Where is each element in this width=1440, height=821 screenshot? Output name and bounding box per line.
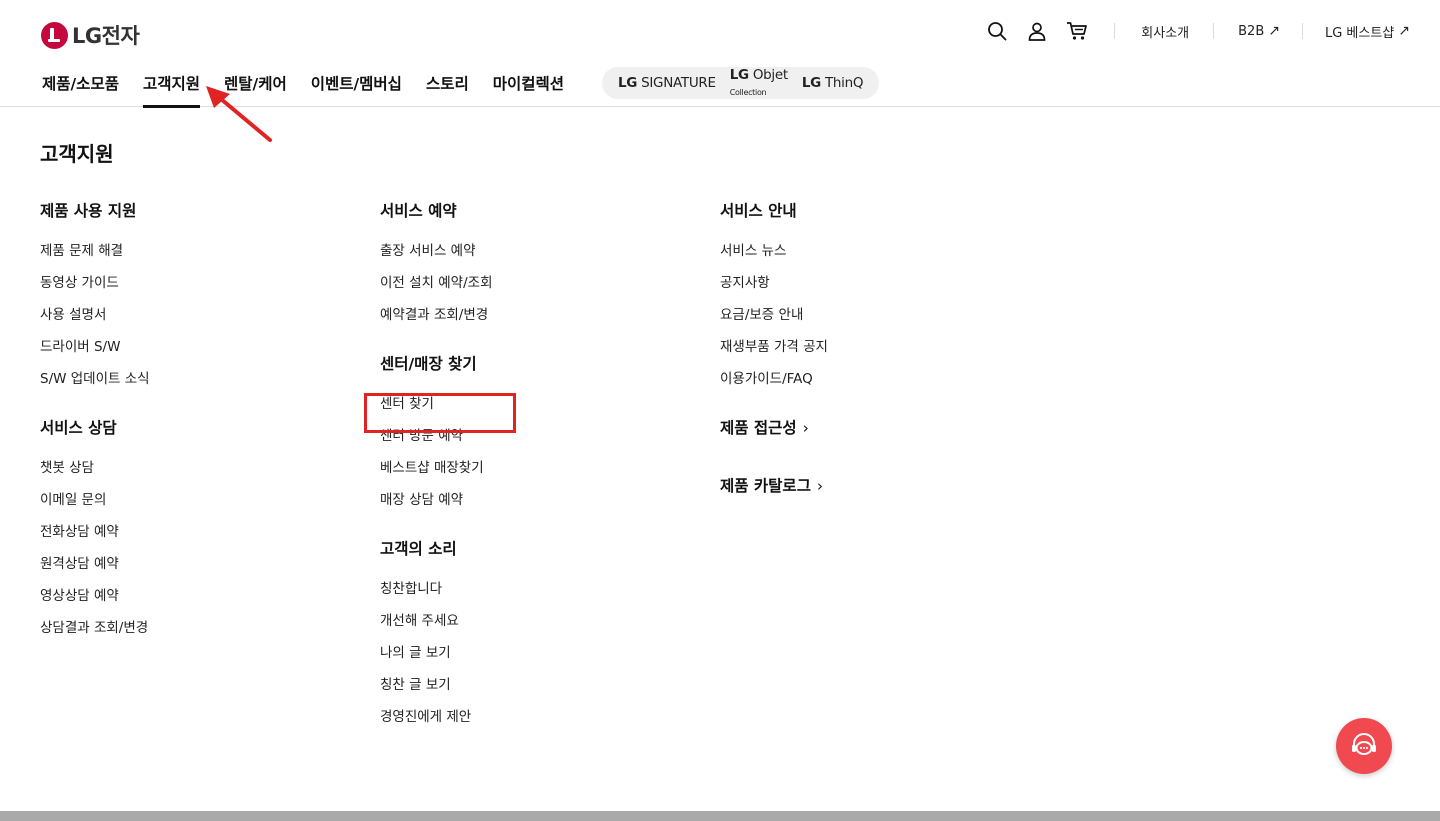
menu-link[interactable]: 드라이버 S/W [40, 337, 150, 369]
search-icon[interactable] [986, 20, 1008, 42]
b2b-link[interactable]: B2B ↗ [1238, 23, 1280, 39]
catalog-link[interactable]: 제품 카탈로그 › [720, 475, 828, 497]
nav-my-collection[interactable]: 마이컬렉션 [493, 67, 564, 107]
menu-link[interactable]: 원격상담 예약 [40, 554, 150, 586]
menu-group-accessibility[interactable]: 제품 접근성 › [720, 417, 828, 439]
brand-lg-label: LG [618, 75, 638, 91]
nav-products[interactable]: 제품/소모품 [42, 67, 119, 107]
menu-column-1: 제품 사용 지원 제품 문제 해결 동영상 가이드 사용 설명서 드라이버 S/… [40, 200, 150, 666]
menu-group-service-consult: 서비스 상담 챗봇 상담 이메일 문의 전화상담 예약 원격상담 예약 영상상담… [40, 417, 150, 650]
highlight-box [364, 393, 516, 433]
menu-column-2: 서비스 예약 출장 서비스 예약 이전 설치 예약/조회 예약결과 조회/변경 … [380, 200, 493, 755]
user-icon[interactable] [1026, 20, 1048, 42]
menu-link[interactable]: 서비스 뉴스 [720, 241, 828, 273]
menu-link[interactable]: 챗봇 상담 [40, 458, 150, 490]
footer-bar [0, 811, 1440, 821]
annotation-arrow [206, 86, 272, 142]
menu-group-find-center: 센터/매장 찾기 센터 찾기 센터 방문 예약 베스트샵 매장찾기 매장 상담 … [380, 353, 493, 522]
main-nav: 제품/소모품 고객지원 렌탈/케어 이벤트/멤버십 스토리 마이컬렉션 LG SI… [42, 67, 880, 108]
menu-link[interactable]: 나의 글 보기 [380, 643, 493, 675]
group-title-label: 제품 접근성 [720, 419, 797, 437]
external-arrow-icon: ↗ [1268, 23, 1280, 39]
group-title: 제품 사용 지원 [40, 202, 137, 220]
brand-signature-link[interactable]: LG SIGNATURE [618, 75, 716, 91]
menu-link[interactable]: 이메일 문의 [40, 490, 150, 522]
menu-group-catalog[interactable]: 제품 카탈로그 › [720, 475, 828, 497]
brand-sub: Collection [729, 88, 767, 97]
group-title: 서비스 예약 [380, 202, 457, 220]
menu-link[interactable]: 요금/보증 안내 [720, 305, 828, 337]
chat-button[interactable] [1336, 718, 1392, 774]
nav-customer-support[interactable]: 고객지원 [142, 67, 201, 108]
menu-link[interactable]: 칭찬합니다 [380, 579, 493, 611]
b2b-label: B2B [1238, 23, 1265, 39]
menu-link[interactable]: 매장 상담 예약 [380, 490, 493, 522]
menu-group-product-support: 제품 사용 지원 제품 문제 해결 동영상 가이드 사용 설명서 드라이버 S/… [40, 200, 150, 401]
menu-link[interactable]: 전화상담 예약 [40, 522, 150, 554]
brand-name: ThinQ [824, 75, 864, 91]
divider [1114, 23, 1116, 39]
group-title: 센터/매장 찾기 [380, 355, 477, 373]
menu-link[interactable]: 동영상 가이드 [40, 273, 150, 305]
menu-link[interactable]: 개선해 주세요 [380, 611, 493, 643]
brand-name: SIGNATURE [641, 75, 716, 91]
lg-logo-mark [41, 21, 68, 49]
menu-link[interactable]: 베스트샵 매장찾기 [380, 458, 493, 490]
menu-column-3: 서비스 안내 서비스 뉴스 공지사항 요금/보증 안내 재생부품 가격 공지 이… [720, 200, 828, 516]
menu-group-service-info: 서비스 안내 서비스 뉴스 공지사항 요금/보증 안내 재생부품 가격 공지 이… [720, 200, 828, 401]
brand-objet-link[interactable]: LG Objet Collection [730, 67, 788, 99]
menu-group-service-booking: 서비스 예약 출장 서비스 예약 이전 설치 예약/조회 예약결과 조회/변경 [380, 200, 493, 337]
brand-links: LG SIGNATURE LG Objet Collection LG ThinQ [602, 67, 880, 99]
group-title: 서비스 안내 [720, 202, 797, 220]
menu-link[interactable]: 이용가이드/FAQ [720, 369, 828, 401]
bestshop-link[interactable]: LG 베스트샵 ↗ [1325, 22, 1410, 41]
external-arrow-icon: ↗ [1398, 23, 1410, 39]
brand-lg-label: LG [729, 67, 749, 83]
menu-link[interactable]: 재생부품 가격 공지 [720, 337, 828, 369]
lg-logo[interactable]: LG전자 [41, 20, 140, 50]
group-title: 서비스 상담 [40, 419, 117, 437]
nav-story[interactable]: 스토리 [426, 67, 469, 107]
logo-text: LG전자 [72, 24, 140, 48]
cart-icon[interactable] [1066, 20, 1088, 42]
group-title: 고객의 소리 [380, 540, 457, 558]
menu-link[interactable]: 공지사항 [720, 273, 828, 305]
bestshop-label: LG 베스트샵 [1324, 25, 1395, 41]
brand-thinq-link[interactable]: LG ThinQ [801, 75, 864, 91]
divider [1213, 23, 1215, 39]
menu-link[interactable]: 상담결과 조회/변경 [40, 618, 150, 650]
utility-nav: 회사소개 B2B ↗ LG 베스트샵 ↗ [986, 20, 1410, 42]
menu-link[interactable]: 예약결과 조회/변경 [380, 305, 493, 337]
chat-agent-icon [1352, 733, 1376, 755]
nav-events-membership[interactable]: 이벤트/멤버십 [311, 67, 402, 107]
menu-link[interactable]: 이전 설치 예약/조회 [380, 273, 493, 305]
divider [1301, 23, 1303, 39]
menu-group-voice-of-customer: 고객의 소리 칭찬합니다 개선해 주세요 나의 글 보기 칭찬 글 보기 경영진… [380, 538, 493, 739]
menu-link[interactable]: 영상상담 예약 [40, 586, 150, 618]
menu-link[interactable]: 출장 서비스 예약 [380, 241, 493, 273]
menu-title: 고객지원 [40, 142, 114, 166]
menu-link[interactable]: 칭찬 글 보기 [380, 675, 493, 707]
menu-link[interactable]: 제품 문제 해결 [40, 241, 150, 273]
accessibility-link[interactable]: 제품 접근성 › [720, 417, 828, 439]
group-title-label: 제품 카탈로그 [720, 477, 811, 495]
menu-link[interactable]: S/W 업데이트 소식 [40, 369, 150, 401]
company-link[interactable]: 회사소개 [1141, 22, 1189, 41]
menu-link[interactable]: 사용 설명서 [40, 305, 150, 337]
chevron-right-icon: › [816, 477, 823, 495]
brand-lg-label: LG [801, 75, 821, 91]
chevron-right-icon: › [802, 419, 809, 437]
menu-link[interactable]: 경영진에게 제안 [380, 707, 493, 739]
brand-name: Objet [752, 67, 788, 83]
